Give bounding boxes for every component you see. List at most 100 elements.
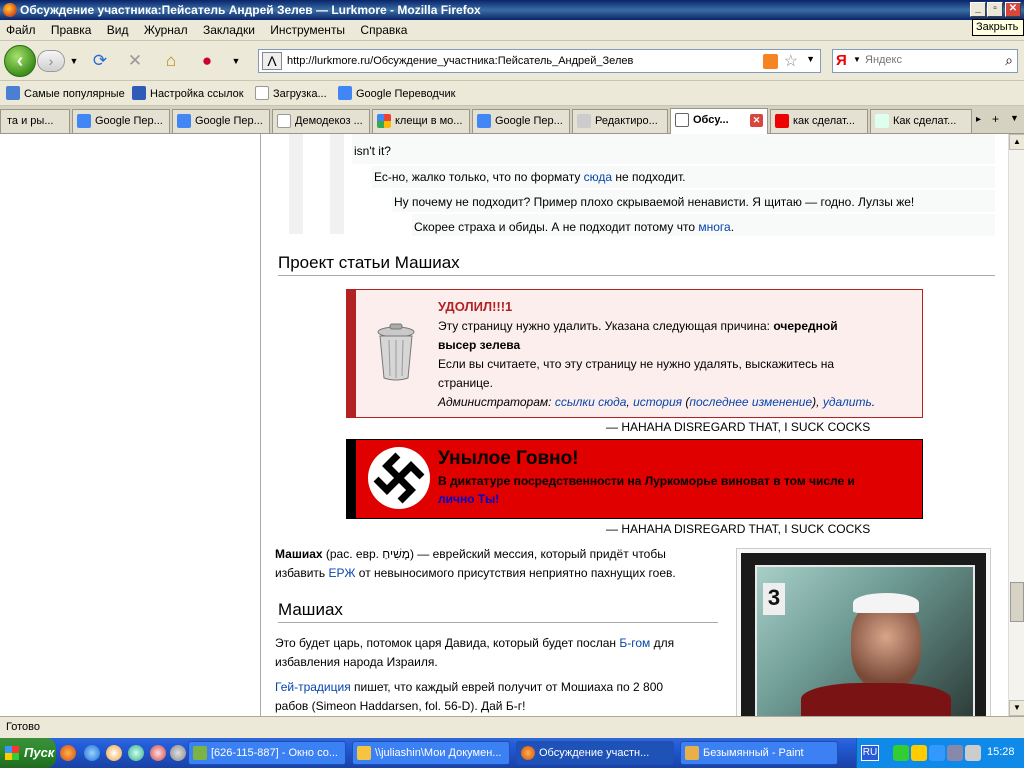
scroll-up-arrow[interactable]: ▲ [1009, 134, 1024, 150]
vertical-scrollbar[interactable]: ▲ ▼ [1008, 134, 1024, 716]
bookmarks-toolbar: Самые популярные Настройка ссылок Загруз… [0, 81, 1024, 106]
quote-caption-1: — HAHAHA DISREGARD THAT, I SUCK COCKS [606, 420, 871, 434]
tab-5[interactable]: клещи в мо... [372, 109, 470, 133]
close-button[interactable]: ✕ [1005, 2, 1021, 17]
firefox-quicklaunch-icon[interactable] [60, 745, 76, 761]
engine-dropdown-icon[interactable]: ▼ [853, 55, 861, 64]
delete-reason-cont: высер зелева [438, 338, 521, 352]
tab-9[interactable]: как сделат... [770, 109, 868, 133]
language-indicator[interactable]: RU [861, 745, 879, 761]
tab-list-icon[interactable]: ▼ [1010, 113, 1019, 123]
yandex-icon[interactable]: Я [836, 52, 847, 70]
menu-edit[interactable]: Правка [45, 20, 98, 37]
tab-active[interactable]: Обсу... ✕ [670, 108, 768, 134]
link-last-change[interactable]: последнее изменение [689, 395, 812, 409]
taskbar-window-1[interactable]: [626-115-887] - Окно со... [188, 741, 346, 765]
window-title: Обсуждение участника:Пейсатель Андрей Зе… [20, 3, 481, 17]
close-tab-icon[interactable]: ✕ [750, 114, 763, 127]
maximize-button[interactable]: ▫ [987, 2, 1003, 17]
addon-dropdown-icon[interactable]: ▼ [226, 51, 246, 71]
menu-view[interactable]: Вид [101, 20, 135, 37]
menu-tools[interactable]: Инструменты [264, 20, 351, 37]
url-input[interactable] [287, 53, 757, 69]
tab-4[interactable]: Демодекоз ... [272, 109, 370, 133]
bookmark-google-translate[interactable]: Google Переводчик [338, 86, 456, 100]
trash-can-icon [377, 323, 415, 381]
bookmark-popular[interactable]: Самые популярные [6, 86, 125, 100]
quicklaunch-icon[interactable] [128, 745, 144, 761]
windows-logo-icon [5, 746, 19, 760]
taskbar-window-4[interactable]: Безымянный - Paint [680, 741, 838, 765]
boring-link[interactable]: лично Ты! [438, 490, 499, 509]
boring-text: В диктатуре посредственности на Луркомор… [438, 474, 855, 488]
search-input[interactable] [865, 54, 995, 66]
forward-button[interactable]: › [37, 50, 65, 72]
history-dropdown-icon[interactable]: ▼ [64, 51, 84, 71]
reload-icon[interactable]: ⟳ [90, 51, 110, 71]
window-icon [193, 746, 207, 760]
quicklaunch-icon[interactable] [150, 745, 166, 761]
link-syuda[interactable]: сюда [584, 170, 612, 184]
scroll-down-arrow[interactable]: ▼ [1009, 700, 1024, 716]
tab-1[interactable]: та и ры... [0, 109, 70, 133]
site-identity-icon[interactable]: Λ [262, 52, 282, 70]
scroll-thumb[interactable] [1010, 582, 1024, 622]
addon-icon[interactable]: ● [197, 51, 217, 71]
link-links-here[interactable]: ссылки сюда [555, 395, 627, 409]
link-history[interactable]: история [633, 395, 682, 409]
minimize-button[interactable]: _ [970, 2, 986, 17]
tray-icon[interactable] [893, 745, 909, 761]
google-translate-icon [338, 86, 352, 100]
link-mnoga[interactable]: многа [698, 220, 730, 234]
tab-10[interactable]: Как сделат... [870, 109, 972, 133]
tray-icon[interactable] [911, 745, 927, 761]
taskbar-window-2[interactable]: \\juliashin\Мои Докумен... [352, 741, 510, 765]
stop-icon[interactable]: ✕ [125, 51, 145, 71]
edit-icon [577, 114, 591, 128]
link-gay-tradition[interactable]: Гей-традиция [275, 680, 351, 694]
tray-icon[interactable] [929, 745, 945, 761]
tray-icon[interactable] [965, 745, 981, 761]
link-delete[interactable]: удалить [823, 395, 872, 409]
bookmark-links-settings[interactable]: Настройка ссылок [132, 86, 244, 100]
para1-line1: Это будет царь, потомок царя Давида, кот… [275, 636, 675, 650]
tab-7[interactable]: Редактиро... [572, 109, 668, 133]
intro-line-2: избавить ЕРЖ от невыносимого присутствия… [275, 566, 676, 580]
tab-3[interactable]: Google Пер... [172, 109, 270, 133]
bookmark-loading[interactable]: Загрузка... [255, 86, 327, 100]
delete-notice-box: УДОЛИЛ!!!1 Эту страницу нужно удалить. У… [346, 289, 923, 418]
delete-discuss-cont: странице. [438, 376, 493, 390]
link-bgom[interactable]: Б-гом [619, 636, 650, 650]
menu-history[interactable]: Журнал [138, 20, 194, 37]
url-dropdown-icon[interactable]: ▼ [806, 54, 815, 64]
new-tab-icon[interactable]: + [992, 112, 999, 126]
menu-bookmarks[interactable]: Закладки [197, 20, 261, 37]
menu-help[interactable]: Справка [354, 20, 413, 37]
search-icon[interactable]: ⌕ [1005, 52, 1013, 69]
taskbar-window-3[interactable]: Обсуждение участн... [516, 741, 674, 765]
comment-block [352, 134, 995, 164]
rss-icon[interactable] [763, 54, 778, 69]
tab-scroll-right-icon[interactable]: ▸ [976, 114, 981, 125]
menu-file[interactable]: Файл [0, 20, 42, 37]
tab-6[interactable]: Google Пер... [472, 109, 570, 133]
media-quicklaunch-icon[interactable] [106, 745, 122, 761]
quote-caption-2: — HAHAHA DISREGARD THAT, I SUCK COCKS [606, 522, 871, 536]
system-tray: RU 15:28 [856, 738, 1024, 768]
link-erzh[interactable]: ЕРЖ [329, 566, 356, 580]
search-bar[interactable]: Я ▼ ⌕ [832, 49, 1018, 73]
mashiah-photo[interactable]: 3 [741, 553, 986, 716]
back-button[interactable]: ‹ [4, 45, 36, 77]
ie-quicklaunch-icon[interactable] [84, 745, 100, 761]
quicklaunch-icon[interactable] [170, 745, 186, 761]
image-thumbnail[interactable]: 3 [736, 548, 991, 716]
tab-2[interactable]: Google Пер... [72, 109, 170, 133]
bookmark-star-icon[interactable]: ☆ [784, 51, 798, 71]
tray-icon[interactable] [947, 745, 963, 761]
start-button[interactable]: Пуск [0, 738, 56, 768]
home-icon[interactable]: ⌂ [161, 51, 181, 71]
para1-line2: избавления народа Израиля. [275, 655, 438, 669]
page-icon [255, 86, 269, 100]
url-bar[interactable]: Λ ☆ ▼ [258, 49, 821, 73]
status-bar: Готово [0, 716, 1024, 738]
